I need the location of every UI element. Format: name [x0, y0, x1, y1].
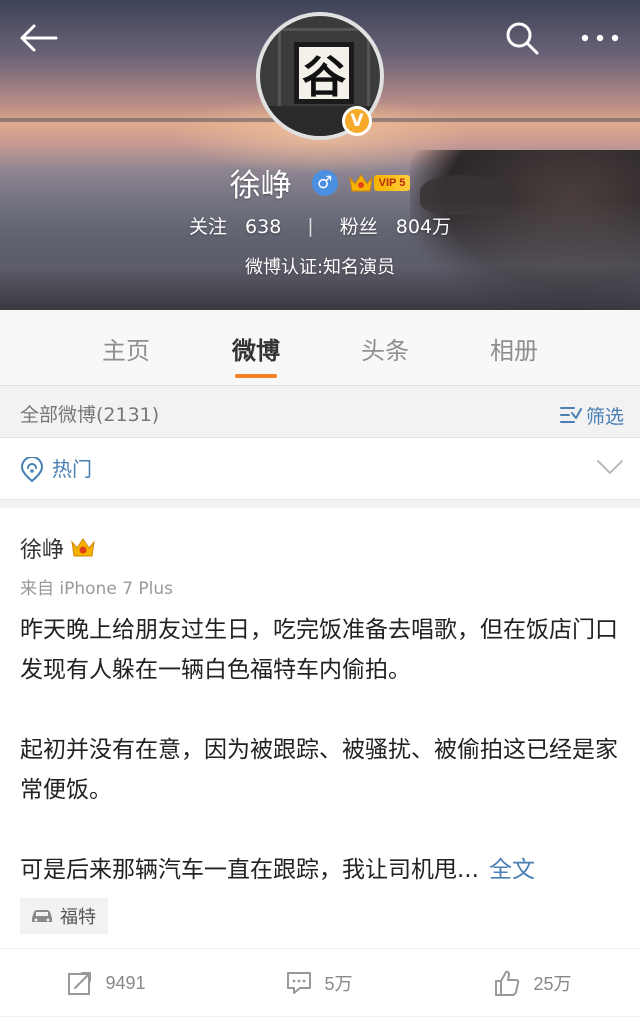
- like-button[interactable]: 25万: [426, 949, 639, 1017]
- tab-label: 头条: [361, 336, 409, 365]
- comment-icon: [287, 972, 312, 994]
- active-tab-indicator: [235, 374, 277, 378]
- post-paragraph: 起初并没有在意，因为被跟踪、被骚扰、被偷拍这已经是家常便饭。: [20, 737, 618, 803]
- fans-label: 粉丝: [339, 216, 378, 238]
- post-body[interactable]: 昨天晚上给朋友过生日，吃完饭准备去唱歌，但在饭店门口发现有人躲在一辆白色福特车内…: [20, 610, 620, 890]
- repost-count: 9491: [105, 972, 146, 993]
- hot-filter-row[interactable]: 热门: [0, 438, 640, 500]
- name-row: 徐峥 ♂ VIP 5: [0, 160, 640, 205]
- post-author-name[interactable]: 徐峥: [20, 532, 64, 564]
- hot-label: 热门: [52, 457, 92, 481]
- tab-album[interactable]: 相册: [454, 310, 574, 386]
- vip-badge[interactable]: VIP 5: [348, 172, 411, 194]
- filter-button[interactable]: 筛选: [559, 392, 624, 438]
- back-button[interactable]: [14, 14, 62, 62]
- filter-icon: [559, 407, 582, 423]
- tab-label: 主页: [102, 336, 150, 365]
- tab-label: 相册: [490, 336, 538, 365]
- post-paragraph: 可是后来那辆汽车一直在跟踪，我让司机甩...: [20, 857, 479, 883]
- more-button[interactable]: [576, 14, 624, 62]
- fans-count: 804万: [395, 216, 452, 238]
- more-dots-icon: [581, 34, 619, 42]
- crown-icon: [348, 173, 373, 191]
- avatar[interactable]: 谷 V: [256, 12, 384, 140]
- avatar-sign-text: 谷: [302, 52, 346, 103]
- tab-label: 微博: [232, 336, 280, 365]
- hot-topic-icon: [20, 457, 44, 483]
- profile-tabs: 主页 微博 头条 相册: [0, 310, 640, 386]
- filter-bar: 全部微博(2131) 筛选: [0, 392, 640, 438]
- fans-stat[interactable]: 粉丝 804万: [340, 212, 451, 239]
- like-count: 25万: [533, 974, 572, 994]
- profile-name: 徐峥: [229, 168, 292, 204]
- verification-text: 微博认证:知名演员: [244, 257, 396, 278]
- avatar-sign: 谷: [294, 42, 354, 104]
- comment-button[interactable]: 5万: [213, 949, 426, 1017]
- post-last-paragraph: 可是后来那辆汽车一直在跟踪，我让司机甩... 全文: [20, 850, 620, 890]
- stats-row: 关注 638 | 粉丝 804万: [0, 212, 640, 239]
- post-paragraph: 昨天晚上给朋友过生日，吃完饭准备去唱歌，但在饭店门口发现有人躲在一辆白色福特车内…: [20, 617, 618, 683]
- filter-label: 筛选: [585, 405, 624, 428]
- vip-level: VIP 5: [373, 174, 411, 191]
- thumbs-up-icon: [495, 970, 520, 996]
- profile-header: 谷 V 徐峥 ♂ VIP 5 关注 638 | 粉丝 804万 微博认证:知名演…: [0, 0, 640, 310]
- post-action-bar: 9491 5万 25万: [0, 948, 640, 1016]
- post-source: 来自 iPhone 7 Plus: [20, 579, 174, 599]
- car-icon: [32, 910, 52, 922]
- stats-separator: |: [307, 214, 314, 237]
- follow-stat[interactable]: 关注 638: [189, 212, 281, 239]
- repost-icon: [68, 972, 92, 995]
- tab-headlines[interactable]: 头条: [325, 310, 445, 386]
- full-text-link[interactable]: 全文: [489, 857, 535, 883]
- chevron-down-icon: [597, 460, 623, 474]
- vip-crown-icon: [70, 536, 96, 560]
- male-icon: ♂: [311, 169, 338, 196]
- topic-tag[interactable]: 福特: [20, 898, 108, 934]
- verified-v-icon: V: [342, 106, 372, 136]
- search-button[interactable]: [498, 14, 546, 62]
- topic-label: 福特: [60, 907, 96, 928]
- post-author-row: 徐峥: [20, 532, 96, 564]
- comment-count: 5万: [324, 974, 353, 994]
- all-weibo-count: 全部微博(2131): [20, 404, 160, 426]
- tab-home[interactable]: 主页: [66, 310, 186, 386]
- follow-label: 关注: [188, 216, 227, 238]
- weibo-post-card: 徐峥 来自 iPhone 7 Plus 昨天晚上给朋友过生日，吃完饭准备去唱歌，…: [0, 508, 640, 1016]
- repost-button[interactable]: 9491: [0, 949, 213, 1017]
- tab-weibo[interactable]: 微博: [196, 310, 316, 386]
- search-icon: [506, 22, 539, 55]
- follow-count: 638: [245, 216, 282, 238]
- back-arrow-icon: [20, 24, 58, 52]
